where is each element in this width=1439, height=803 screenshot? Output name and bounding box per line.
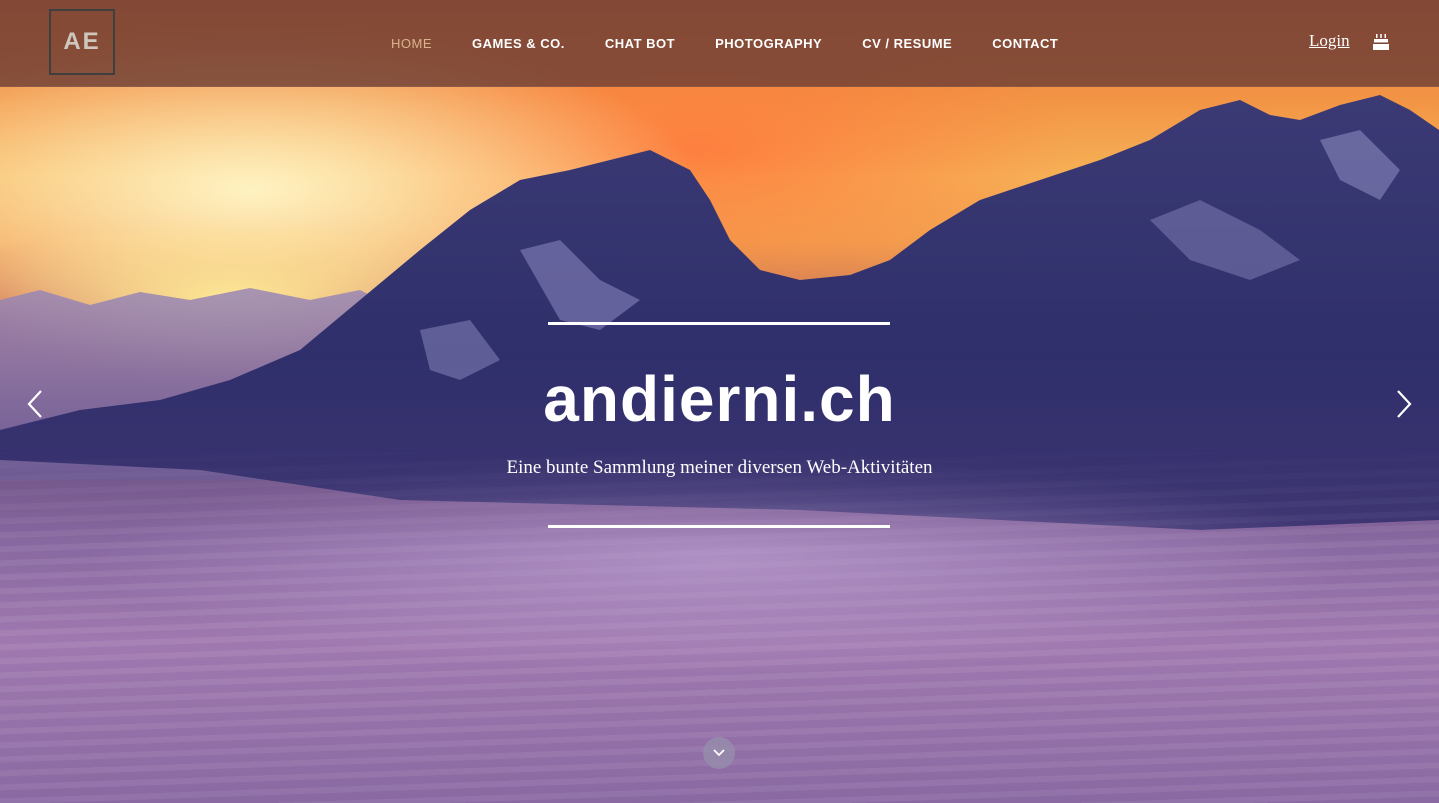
nav-item-home[interactable]: HOME [371, 36, 452, 51]
title-rule-bottom [548, 525, 890, 528]
site-logo[interactable]: AE [49, 9, 115, 75]
chevron-right-icon[interactable] [1387, 388, 1417, 420]
nav-item-cv-resume[interactable]: CV / RESUME [842, 36, 972, 51]
cake-icon[interactable] [1372, 33, 1390, 51]
chevron-down-icon [713, 749, 725, 757]
nav-item-contact[interactable]: CONTACT [972, 36, 1078, 51]
title-rule-top [548, 322, 890, 325]
main-nav: HOME GAMES & CO. CHAT BOT PHOTOGRAPHY CV… [371, 0, 1078, 86]
nav-item-photography[interactable]: PHOTOGRAPHY [695, 36, 842, 51]
navbar: AE HOME GAMES & CO. CHAT BOT PHOTOGRAPHY… [0, 0, 1439, 87]
logo-text: AE [63, 28, 101, 55]
hero-subtitle: Eine bunte Sammlung meiner diversen Web-… [506, 457, 933, 478]
page: AE HOME GAMES & CO. CHAT BOT PHOTOGRAPHY… [0, 0, 1439, 803]
chevron-left-icon[interactable] [22, 388, 52, 420]
scroll-down-button[interactable] [703, 737, 735, 769]
nav-item-games[interactable]: GAMES & CO. [452, 36, 585, 51]
hero-title: andierni.ch [543, 363, 896, 435]
login-link[interactable]: Login [1309, 31, 1350, 51]
nav-item-chat-bot[interactable]: CHAT BOT [585, 36, 695, 51]
